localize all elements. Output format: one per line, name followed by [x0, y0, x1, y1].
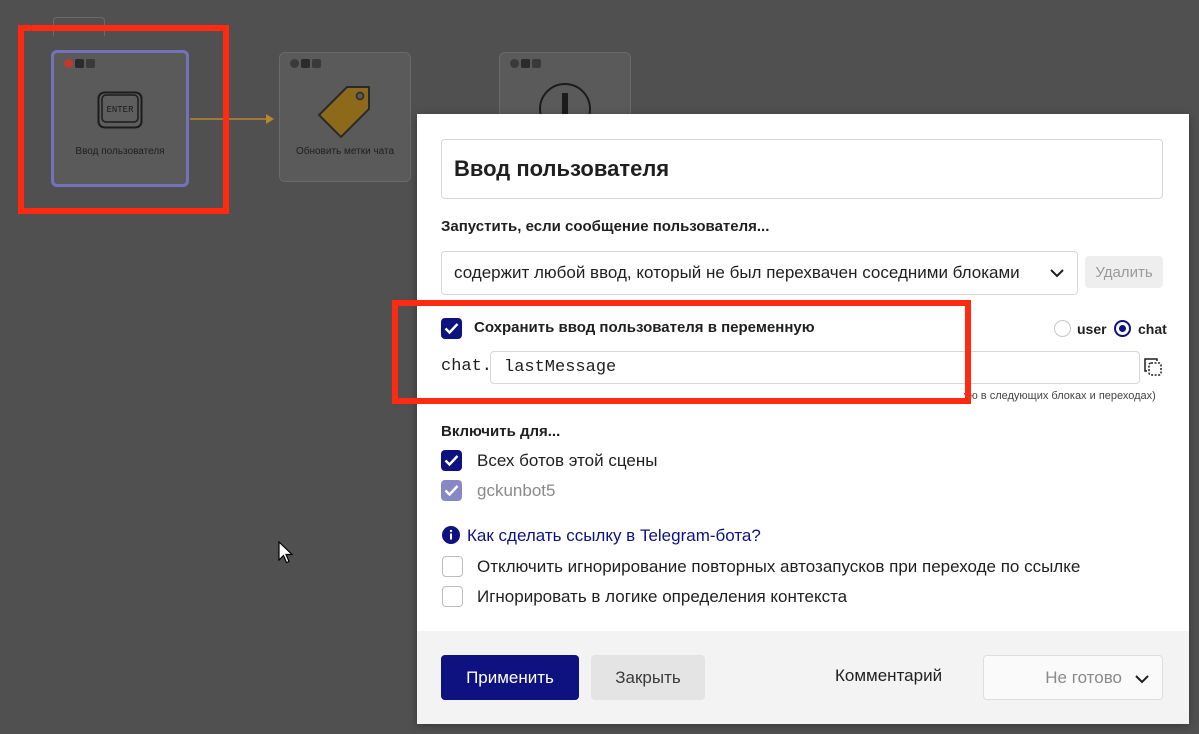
copy-icon — [312, 59, 321, 68]
bot-name-label: gckunbot5 — [477, 481, 556, 500]
chat-bubble-icon — [510, 59, 519, 68]
enable-for-label: Включить для... — [441, 423, 561, 440]
scope-user-label: user — [1077, 321, 1107, 337]
user-icon — [301, 59, 310, 68]
check-icon — [444, 455, 459, 467]
ignore-context-checkbox[interactable] — [442, 586, 463, 607]
disable-ignore-label: Отключить игнорирование повторных автоза… — [477, 557, 1081, 576]
block-title-input[interactable]: Ввод пользователя — [441, 139, 1163, 199]
panel-footer: Применить Закрыть Комментарий Не готово — [417, 631, 1189, 724]
chevron-down-icon — [1050, 269, 1064, 278]
node-status-icons — [290, 59, 321, 68]
node-label: Обновить метки чата — [295, 146, 395, 157]
scope-user-radio[interactable] — [1054, 320, 1071, 337]
close-button[interactable]: Закрыть — [591, 655, 705, 700]
variable-hint: ую в следующих блоках и переходах) — [964, 390, 1156, 402]
scope-chat-radio[interactable] — [1114, 320, 1131, 337]
telegram-link[interactable]: Как сделать ссылку в Telegram-бота? — [467, 526, 761, 546]
status-select[interactable]: Не готово — [983, 655, 1163, 700]
trigger-select[interactable]: содержит любой ввод, который не был пере… — [441, 251, 1078, 295]
chevron-down-icon — [1135, 675, 1149, 684]
status-select-value: Не готово — [1045, 667, 1122, 687]
disable-ignore-checkbox[interactable] — [442, 556, 463, 577]
node-update-tags[interactable]: Обновить метки чата — [279, 52, 411, 182]
bot-checkbox[interactable] — [441, 480, 462, 501]
copy-icon[interactable] — [1144, 358, 1162, 376]
check-icon — [444, 485, 459, 497]
apply-button[interactable]: Применить — [441, 655, 579, 700]
trigger-label: Запустить, если сообщение пользователя..… — [441, 218, 770, 235]
trigger-select-value: содержит любой ввод, который не был пере… — [454, 263, 1020, 282]
ignore-context-label: Игнорировать в логике определения контек… — [477, 587, 848, 606]
all-bots-checkbox[interactable] — [441, 450, 462, 471]
tag-icon — [317, 83, 373, 143]
user-icon — [521, 59, 530, 68]
comment-button[interactable]: Комментарий — [835, 666, 942, 686]
scope-chat-label: chat — [1138, 321, 1167, 337]
copy-icon — [532, 59, 541, 68]
block-settings-panel: Ввод пользователя Запустить, если сообще… — [417, 114, 1189, 724]
delete-button[interactable]: Удалить — [1085, 256, 1163, 288]
chat-bubble-icon — [290, 59, 299, 68]
highlight-box-node — [18, 25, 229, 214]
mouse-cursor-icon — [278, 541, 294, 564]
highlight-box-variable — [392, 300, 971, 404]
all-bots-label: Всех ботов этой сцены — [477, 451, 658, 470]
node-status-icons — [510, 59, 541, 68]
info-icon — [442, 526, 460, 544]
